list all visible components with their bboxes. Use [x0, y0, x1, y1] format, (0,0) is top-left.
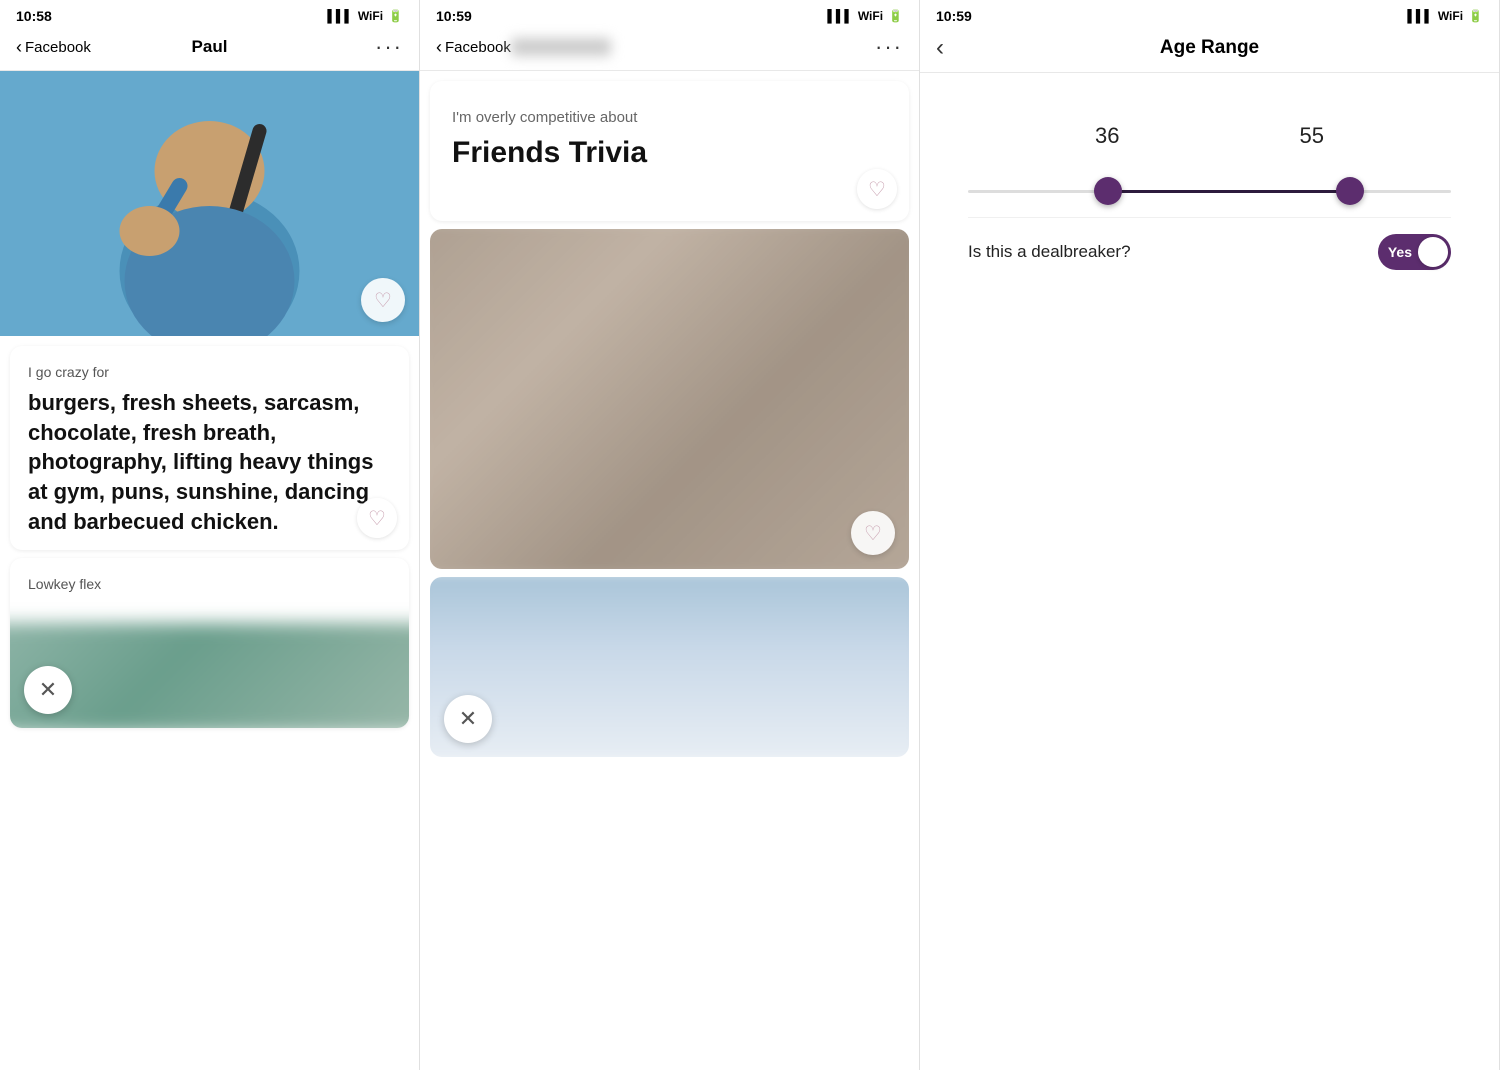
range-thumb-max[interactable]: [1336, 177, 1364, 205]
nav-bar-1: ‹ Facebook Paul ···: [0, 28, 419, 71]
trivia-card: I'm overly competitive about Friends Tri…: [430, 81, 909, 221]
battery-icon-3: 🔋: [1468, 9, 1483, 23]
back-arrow-icon-2: ‹: [436, 37, 442, 58]
range-fill: [1098, 190, 1354, 193]
heart-icon-photo1: ♡: [864, 521, 882, 546]
wifi-icon-2: WiFi: [858, 9, 883, 23]
back-label-2: Facebook: [445, 39, 511, 56]
heart-icon-profile: ♡: [374, 288, 392, 313]
age-min-value: 36: [1095, 123, 1119, 149]
status-icons-2: ▌▌▌ WiFi 🔋: [827, 9, 903, 23]
photo-card-1: ♡: [430, 229, 909, 569]
heart-icon-trivia: ♡: [868, 177, 886, 202]
crazy-for-card: I go crazy for burgers, fresh sheets, sa…: [10, 346, 409, 550]
status-bar-3: 10:59 ▌▌▌ WiFi 🔋: [920, 0, 1499, 28]
like-button-trivia[interactable]: ♡: [857, 169, 897, 209]
panel1-scroll: ♡ I go crazy for burgers, fresh sheets, …: [0, 71, 419, 1070]
age-range-title: Age Range: [1160, 37, 1259, 59]
status-bar-1: 10:58 ▌▌▌ WiFi 🔋: [0, 0, 419, 28]
heart-icon-card: ♡: [368, 506, 386, 531]
profile-name-title: Paul: [192, 37, 228, 57]
nav-bar-3: ‹ Age Range: [920, 28, 1499, 73]
status-time-1: 10:58: [16, 8, 52, 24]
toggle-knob: [1418, 237, 1448, 267]
signal-icon-3: ▌▌▌: [1407, 9, 1433, 23]
photo-bg-2: [430, 577, 909, 757]
age-range-slider[interactable]: [968, 173, 1451, 209]
panel-settings: 10:59 ▌▌▌ WiFi 🔋 ‹ Age Range 36 55 Is th…: [920, 0, 1500, 1070]
dismiss-button-2[interactable]: ✕: [444, 695, 492, 743]
dealbreaker-row: Is this a dealbreaker? Yes: [968, 217, 1451, 286]
dealbreaker-label: Is this a dealbreaker?: [968, 242, 1131, 262]
like-button-photo1[interactable]: ♡: [851, 511, 895, 555]
range-thumb-min[interactable]: [1094, 177, 1122, 205]
signal-icon-2: ▌▌▌: [827, 9, 853, 23]
back-label-1: Facebook: [25, 39, 91, 56]
photo-card-2: ✕: [430, 577, 909, 757]
toggle-yes-label: Yes: [1388, 244, 1412, 260]
back-chevron-3[interactable]: ‹: [936, 34, 944, 62]
back-arrow-icon-1: ‹: [16, 37, 22, 58]
trivia-title: Friends Trivia: [452, 136, 887, 170]
trivia-subtitle: I'm overly competitive about: [452, 109, 887, 126]
status-time-2: 10:59: [436, 8, 472, 24]
battery-icon: 🔋: [388, 9, 403, 23]
dealbreaker-toggle[interactable]: Yes: [1378, 234, 1451, 270]
nav-bar-2: ‹ Facebook ···: [420, 28, 919, 71]
age-range-section: 36 55 Is this a dealbreaker? Yes: [944, 93, 1475, 310]
battery-icon-2: 🔋: [888, 9, 903, 23]
panel2-scroll: I'm overly competitive about Friends Tri…: [420, 71, 919, 1070]
more-button-2[interactable]: ···: [875, 34, 903, 60]
wifi-icon-3: WiFi: [1438, 9, 1463, 23]
like-button-card[interactable]: ♡: [357, 498, 397, 538]
status-icons-3: ▌▌▌ WiFi 🔋: [1407, 9, 1483, 23]
lowkey-title: Lowkey flex: [28, 576, 391, 592]
lowkey-image: [10, 623, 409, 728]
lowkey-card: Lowkey flex ✕: [10, 558, 409, 728]
blurred-profile-name: [511, 38, 611, 56]
like-button-profile-image[interactable]: ♡: [361, 278, 405, 322]
status-time-3: 10:59: [936, 8, 972, 24]
panel-profile2: 10:59 ▌▌▌ WiFi 🔋 ‹ Facebook ··· I'm over…: [420, 0, 920, 1070]
profile-silhouette: [0, 71, 419, 336]
age-max-value: 55: [1300, 123, 1324, 149]
panel3-main: 36 55 Is this a dealbreaker? Yes: [920, 73, 1499, 1070]
card-body-text: burgers, fresh sheets, sarcasm, chocolat…: [28, 388, 391, 536]
status-icons-1: ▌▌▌ WiFi 🔋: [327, 9, 403, 23]
wifi-icon: WiFi: [358, 9, 383, 23]
more-button-1[interactable]: ···: [375, 34, 403, 60]
profile-image: ♡: [0, 71, 419, 336]
x-icon-2: ✕: [459, 706, 477, 732]
back-button-2[interactable]: ‹ Facebook: [436, 37, 511, 58]
card-subtitle: I go crazy for: [28, 364, 391, 380]
panel-profile: 10:58 ▌▌▌ WiFi 🔋 ‹ Facebook Paul ···: [0, 0, 420, 1070]
profile-photo-bg: [0, 71, 419, 336]
back-button-1[interactable]: ‹ Facebook: [16, 37, 91, 58]
signal-icon: ▌▌▌: [327, 9, 353, 23]
status-bar-2: 10:59 ▌▌▌ WiFi 🔋: [420, 0, 919, 28]
x-icon-1: ✕: [39, 677, 57, 703]
photo-overlay-1: [430, 229, 909, 569]
age-values-row: 36 55: [968, 123, 1451, 149]
